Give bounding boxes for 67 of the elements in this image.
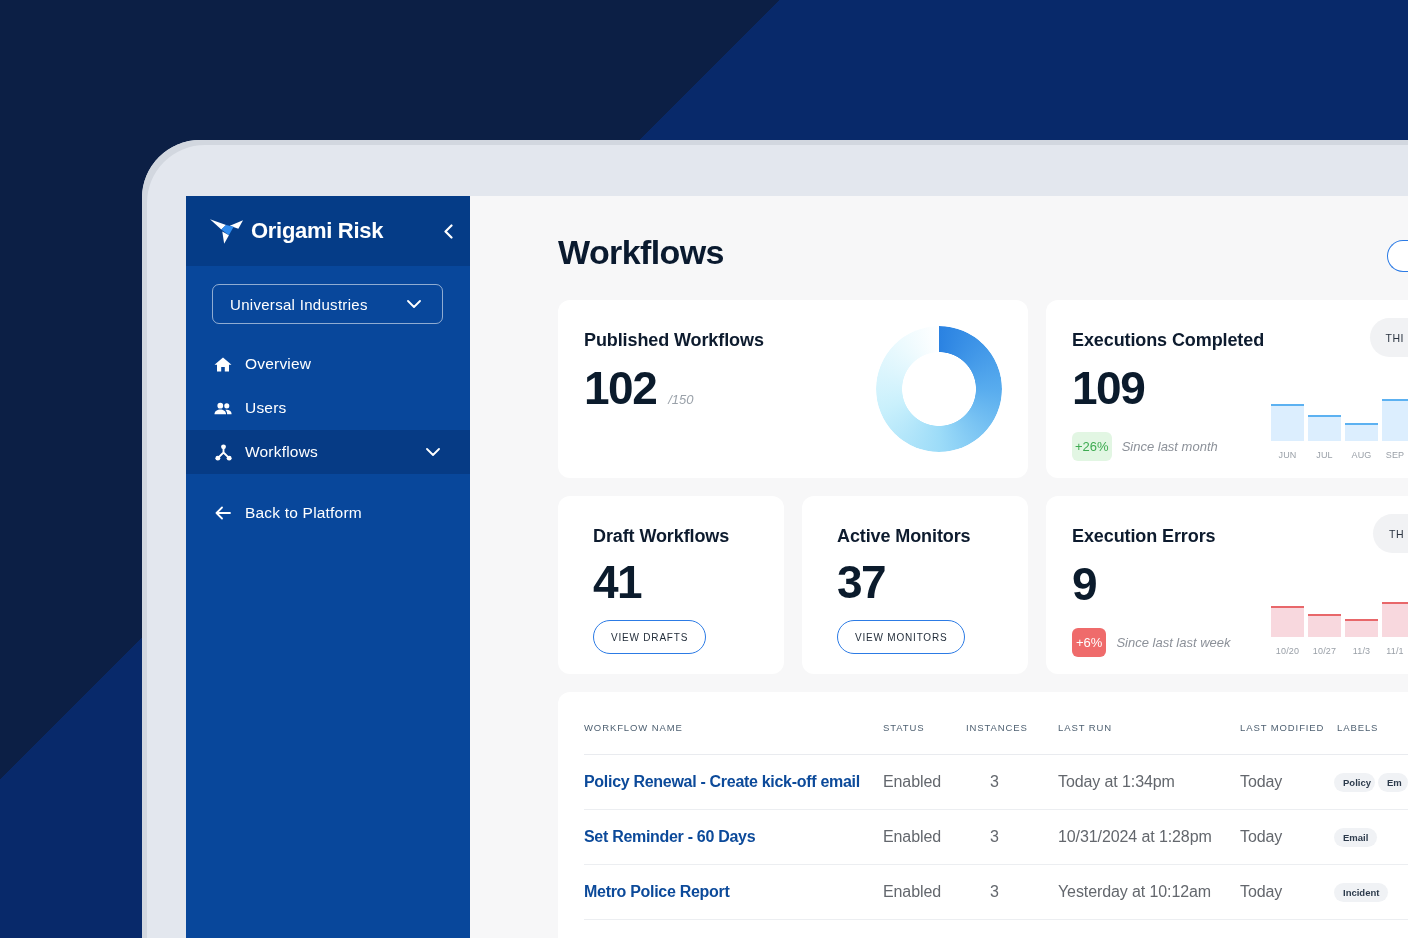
table-cell: Today [1240,828,1283,846]
table-cell: Today [1240,883,1283,901]
period-selector[interactable]: THI [1369,318,1408,357]
chart-label: 11/3 [1351,645,1372,657]
table-cell: 10/31/2024 at 1:28pm [1058,828,1212,846]
branch-icon [214,443,232,461]
workflow-link[interactable]: Set Reminder - 60 Days [584,828,756,846]
label-tag: Incident [1334,882,1389,902]
view-button[interactable]: VIEW MONITORS [837,620,966,654]
card-title: Published Workflows [584,329,764,352]
column-header: STATUS [883,721,926,735]
chevron-left-icon [443,223,453,239]
users-icon [214,401,232,415]
action-button[interactable] [1387,240,1408,272]
chart-label: 10/27 [1311,645,1338,657]
logo-icon [210,217,244,245]
workflow-link[interactable]: Policy Renewal - Create kick-off email [584,773,860,791]
nav-item[interactable]: Overview [186,342,470,386]
card-title: Active Monitors [837,525,971,548]
view-button[interactable]: VIEW DRAFTS [593,620,707,654]
table-cell: Enabled [883,883,942,901]
workflow-link[interactable]: Metro Police Report [584,883,730,901]
logo-text: Origami Risk [251,218,384,244]
stat-total: /150 [668,392,694,407]
home-icon [214,356,232,372]
chart-label: 10/20 [1274,645,1301,657]
table-cell: Today [1240,773,1283,791]
change-note: Since last last week [1116,635,1231,650]
table-cell: 3 [990,773,999,791]
back-link[interactable]: Back to Platform [186,491,470,535]
stat-value: 37 [837,559,886,605]
page-title: Workflows [558,232,724,272]
table-cell: 3 [990,883,999,901]
column-header: INSTANCES [966,721,1029,735]
stat-value: 41 [593,559,642,605]
nav-item[interactable]: Workflows [186,430,470,474]
column-header: WORKFLOW NAME [584,721,684,735]
table-cell: Yesterday at 10:12am [1058,883,1212,901]
chart-label: AUG [1350,449,1373,461]
account-dropdown[interactable]: Universal Industries [212,284,443,324]
column-header: LABELS [1337,721,1380,735]
stat-value: 102 [584,365,657,411]
change-badge: +6% [1072,628,1107,657]
chart-label: SEP [1384,449,1406,461]
nav-item[interactable]: Users [186,386,470,430]
table-cell: Enabled [883,773,942,791]
column-header: LAST MODIFIED [1240,721,1326,735]
change-badge: +26% [1072,432,1112,461]
label-tag: Policy [1334,772,1375,792]
chart-label: 11/1 [1385,645,1405,657]
table-cell: 3 [990,828,999,846]
arrow-left-icon [215,506,231,520]
stat-value: 109 [1072,365,1145,411]
card-title: Draft Workflows [593,525,730,548]
chart-label: JUN [1277,449,1298,461]
label-tag: Em [1377,772,1408,792]
chevron-down-icon [407,300,421,308]
table-cell: Enabled [883,828,942,846]
stat-value: 9 [1072,561,1097,607]
period-selector[interactable]: TH [1373,514,1408,553]
change-note: Since last month [1121,439,1218,454]
table-cell: Today at 1:34pm [1058,773,1175,791]
label-tag: Email [1334,827,1378,847]
column-header: LAST RUN [1058,721,1113,735]
card-title: Execution Errors [1072,525,1216,548]
card-title: Executions Completed [1072,329,1265,352]
chart-label: JUL [1315,449,1334,461]
